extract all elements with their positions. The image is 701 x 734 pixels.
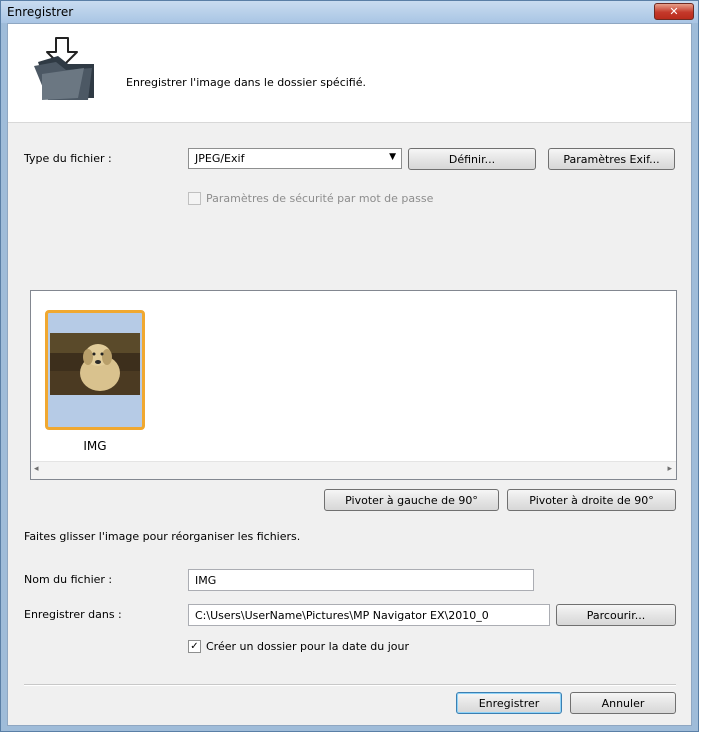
save-button[interactable]: Enregistrer <box>456 692 562 714</box>
horizontal-scrollbar[interactable]: ◂ ▸ <box>31 461 676 479</box>
scroll-right-icon[interactable]: ▸ <box>667 464 672 474</box>
password-security-label: Paramètres de sécurité par mot de passe <box>206 192 434 205</box>
dialog-header: Enregistrer l'image dans le dossier spéc… <box>8 24 691 123</box>
save-in-path-field[interactable]: C:\Users\UserName\Pictures\MP Navigator … <box>188 604 550 626</box>
dog-photo <box>50 333 140 395</box>
exif-settings-button[interactable]: Paramètres Exif... <box>548 148 675 170</box>
rotate-left-button[interactable]: Pivoter à gauche de 90° <box>324 489 499 511</box>
file-type-label: Type du fichier : <box>24 152 112 165</box>
define-button[interactable]: Définir... <box>408 148 536 170</box>
image-preview-area[interactable]: IMG ◂ ▸ <box>30 290 677 480</box>
footer-divider <box>24 684 676 686</box>
header-description: Enregistrer l'image dans le dossier spéc… <box>126 76 366 89</box>
browse-button[interactable]: Parcourir... <box>556 604 676 626</box>
rotate-right-button[interactable]: Pivoter à droite de 90° <box>507 489 676 511</box>
date-folder-label: Créer un dossier pour la date du jour <box>206 640 410 653</box>
file-type-select[interactable]: JPEG/Exif ▼ <box>188 148 402 169</box>
close-icon: ✕ <box>669 5 679 18</box>
scroll-left-icon[interactable]: ◂ <box>34 464 39 474</box>
save-dialog: Enregistrer ✕ Enregistrer l'image dans l… <box>0 0 699 732</box>
file-type-value: JPEG/Exif <box>195 152 245 165</box>
title-bar[interactable]: Enregistrer ✕ <box>1 1 698 23</box>
date-folder-checkbox[interactable]: ✓ <box>188 640 201 653</box>
save-to-folder-icon <box>34 37 94 100</box>
window-title: Enregistrer <box>7 5 74 19</box>
checkmark-icon: ✓ <box>190 641 199 652</box>
cancel-button[interactable]: Annuler <box>570 692 676 714</box>
password-security-checkbox[interactable] <box>188 192 201 205</box>
save-in-label: Enregistrer dans : <box>24 608 122 621</box>
file-name-input[interactable]: IMG <box>188 569 534 591</box>
dialog-body: Enregistrer l'image dans le dossier spéc… <box>7 23 692 726</box>
close-button[interactable]: ✕ <box>654 3 694 20</box>
thumbnail-label: IMG <box>83 439 107 453</box>
image-thumbnail[interactable] <box>45 310 145 430</box>
dropdown-arrow-icon: ▼ <box>389 152 396 162</box>
file-name-label: Nom du fichier : <box>24 573 113 586</box>
reorder-hint: Faites glisser l'image pour réorganiser … <box>24 530 301 543</box>
